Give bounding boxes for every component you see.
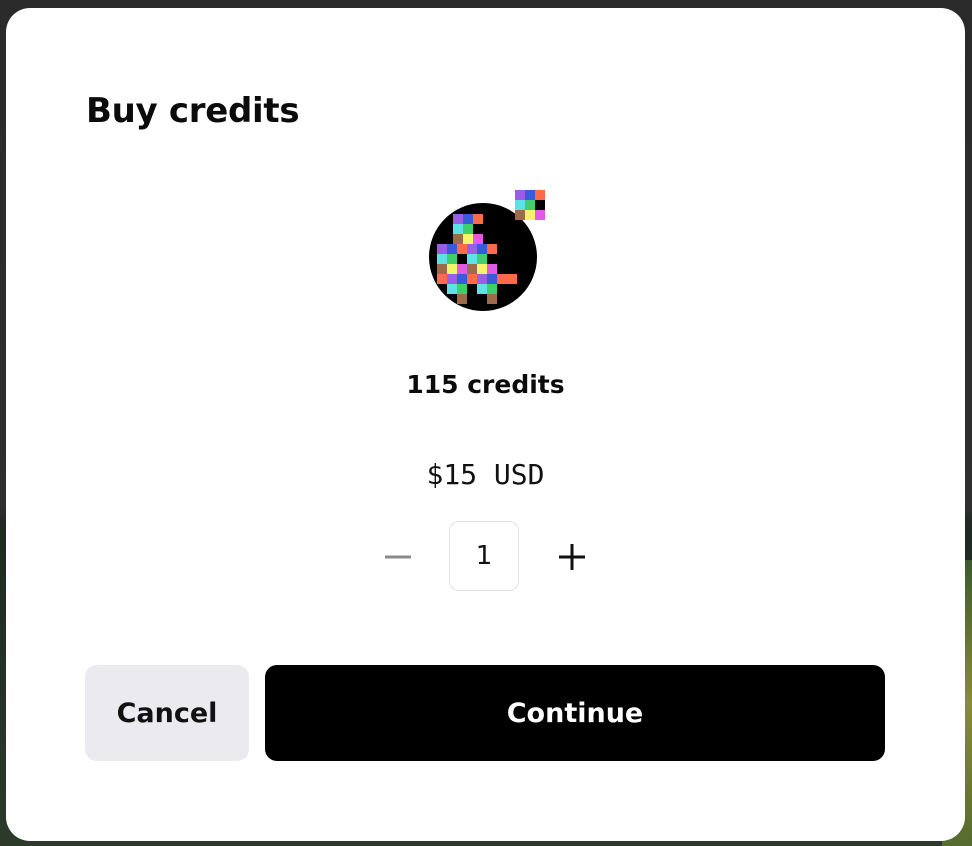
plus-icon (559, 544, 585, 570)
buy-credits-dialog: Buy credits 115 credits $15 USD 1 Cancel… (6, 8, 965, 841)
minus-icon (385, 555, 411, 559)
continue-button[interactable]: Continue (265, 665, 885, 761)
cancel-button[interactable]: Cancel (85, 665, 249, 761)
credit-token-icon (427, 190, 545, 320)
increment-button[interactable] (550, 535, 594, 579)
credits-amount: 115 credits (406, 370, 565, 399)
quantity-stepper: 1 (376, 521, 596, 593)
dialog-title: Buy credits (86, 91, 300, 131)
decrement-button[interactable] (376, 535, 420, 579)
price-label: $15 USD (426, 458, 545, 491)
quantity-field[interactable]: 1 (449, 521, 519, 591)
